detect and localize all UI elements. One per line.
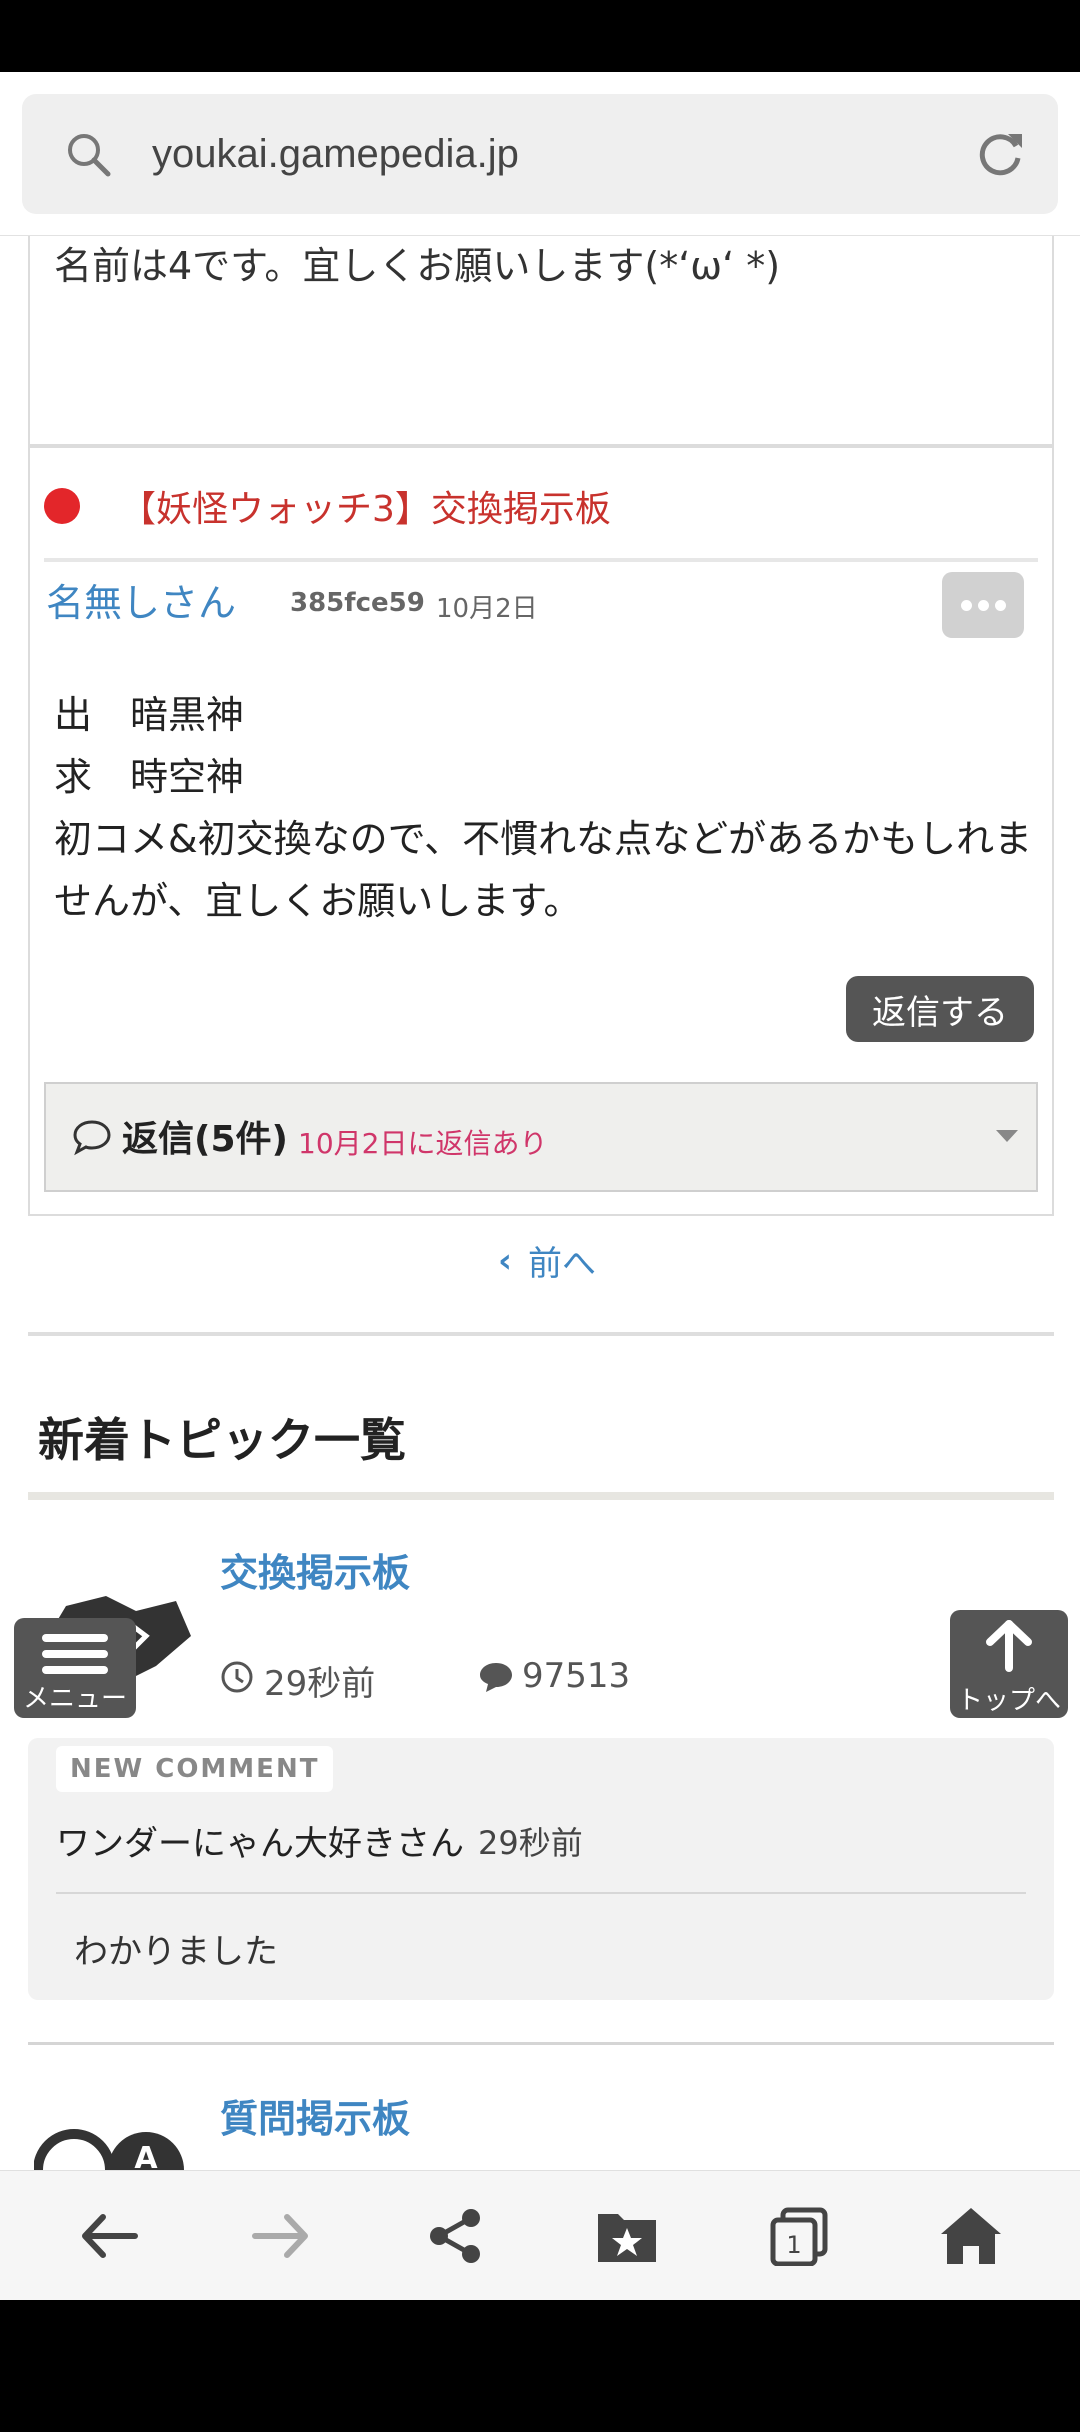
prev-page-label: 前へ <box>528 1244 597 1284</box>
author-hash: 385fce59 <box>290 588 425 618</box>
comment-icon <box>480 1663 512 1692</box>
topic-age: 29秒前 <box>264 1664 376 1704</box>
home-button[interactable] <box>936 2201 1006 2271</box>
post-body-line: 出 暗黒神 <box>54 693 245 737</box>
tabs-button[interactable]: 1 <box>764 2201 834 2271</box>
post-date: 10月2日 <box>436 594 538 624</box>
chevron-down-icon <box>996 1130 1018 1142</box>
menu-label: メニュー <box>22 1684 127 1714</box>
share-button[interactable] <box>420 2201 490 2271</box>
more-options-button[interactable] <box>942 572 1024 638</box>
divider <box>44 558 1038 562</box>
svg-text:A: A <box>134 2141 158 2170</box>
replies-last-time: 10月2日に返信あり <box>298 1127 548 1160</box>
reload-icon[interactable] <box>972 126 1028 182</box>
divider <box>28 1332 1054 1336</box>
topic-list-item[interactable]: 交換掲示板 29秒前 97513 NEW COMMENT ワンダーにゃん大好きさ… <box>28 1528 1054 2008</box>
share-icon <box>430 2209 480 2263</box>
chevron-left-icon: ‹ <box>498 1240 513 1281</box>
topic-name-link[interactable]: 質問掲示板 <box>220 2088 410 2143</box>
replies-count: 返信(5件) <box>122 1119 288 1160</box>
browser-toolbar: 1 <box>0 2170 1080 2300</box>
clock-icon <box>221 1661 253 1693</box>
speech-bubble-icon <box>73 1120 111 1156</box>
forward-button[interactable] <box>246 2201 316 2271</box>
board-title-link[interactable]: 【妖怪ウォッチ3】交換掲示板 <box>120 480 611 532</box>
search-icon <box>68 134 111 177</box>
section-title: 新着トピック一覧 <box>38 1413 406 1467</box>
reply-button[interactable]: 返信する <box>846 976 1034 1042</box>
prev-page-link[interactable]: ‹ 前へ <box>498 1236 596 1285</box>
bookmark-folder-icon <box>598 2214 656 2262</box>
divider <box>28 1492 1054 1500</box>
post-body-line: 求 時空神 <box>54 755 245 799</box>
navigation-bar <box>0 2300 1080 2432</box>
menu-button[interactable]: メニュー <box>14 1618 136 1718</box>
post-body: 出 暗黒神 求 時空神 初コメ&初交換なので、不慣れな点などがあるかもしれません… <box>54 684 1044 932</box>
new-comment-badge: NEW COMMENT <box>56 1746 334 1792</box>
back-button[interactable] <box>74 2201 144 2271</box>
scroll-top-button[interactable]: トップへ <box>950 1610 1068 1718</box>
dot-icon <box>960 599 972 611</box>
board-header[interactable]: 【妖怪ウォッチ3】交換掲示板 <box>44 478 611 534</box>
author-name: 名無しさん <box>46 581 237 625</box>
hamburger-icon <box>42 1634 108 1674</box>
comment-text: わかりました <box>74 1932 278 1972</box>
board-indicator-dot <box>44 488 80 524</box>
topic-name-link[interactable]: 交換掲示板 <box>220 1542 410 1597</box>
arrow-right-icon <box>252 2214 308 2258</box>
comment-author: ワンダーにゃん大好きさん <box>56 1824 464 1864</box>
replies-toggle[interactable]: 返信(5件) 10月2日に返信あり <box>44 1082 1038 1192</box>
post-body-line: 初コメ&初交換なので、不慣れな点などがあるかもしれませんが、宜しくお願いします。 <box>54 817 1033 923</box>
bookmarks-button[interactable] <box>592 2201 662 2271</box>
address-bar-container: youkai.gamepedia.jp <box>0 72 1080 236</box>
comment-time: 29秒前 <box>478 1824 583 1862</box>
address-bar[interactable]: youkai.gamepedia.jp <box>22 94 1058 214</box>
status-bar <box>0 0 1080 72</box>
tab-count: 1 <box>786 2231 801 2259</box>
previous-post-card: 名前は4です。宜しくお願いします(*‘ω‘ *) <box>28 236 1054 446</box>
tabs-icon: 1 <box>770 2207 828 2266</box>
question-board-icon: A <box>34 2129 184 2170</box>
arrow-up-icon <box>986 1620 1032 1672</box>
url-text[interactable]: youkai.gamepedia.jp <box>152 128 519 180</box>
divider <box>28 2042 1054 2045</box>
dot-icon <box>994 599 1006 611</box>
home-icon <box>941 2208 1001 2264</box>
arrow-left-icon <box>82 2214 138 2258</box>
topic-card: 【妖怪ウォッチ3】交換掲示板 名無しさん 385fce59 10月2日 出 暗黒… <box>28 446 1054 1216</box>
comment-count: 97513 <box>522 1656 631 1696</box>
divider <box>56 1892 1026 1894</box>
post-intro-text: 名前は4です。宜しくお願いします(*‘ω‘ *) <box>54 244 781 288</box>
dot-icon <box>977 599 989 611</box>
scroll-top-label: トップへ <box>956 1686 1061 1716</box>
latest-comment-box[interactable]: NEW COMMENT ワンダーにゃん大好きさん 29秒前 わかりました <box>28 1738 1054 2000</box>
